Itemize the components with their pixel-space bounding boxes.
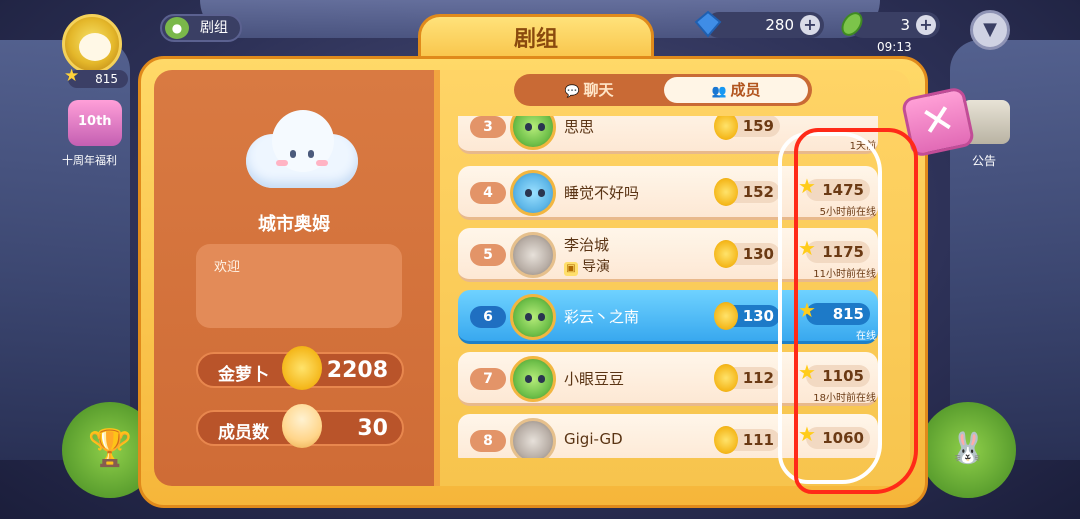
carrot-stat-label: 金萝卜 bbox=[218, 365, 269, 385]
player-level-value: 815 bbox=[95, 72, 118, 86]
cloud-eye-left bbox=[290, 150, 296, 158]
tab-members[interactable]: 👥 成员 bbox=[664, 77, 808, 103]
tab-chat-label: 聊天 bbox=[583, 81, 614, 99]
member-role-label: 导演 bbox=[582, 259, 610, 275]
welcome-text: 欢迎 bbox=[214, 260, 241, 275]
troupe-name: 城市奥姆 bbox=[258, 214, 330, 235]
member-carrots: 152 bbox=[714, 178, 780, 206]
member-carrots: 112 bbox=[714, 364, 780, 392]
tab-chat[interactable]: 💬 聊天 bbox=[518, 77, 660, 103]
member-name: 彩云丶之南 bbox=[564, 308, 640, 326]
member-rank: 4 bbox=[470, 182, 506, 204]
golden-carrot-icon bbox=[714, 116, 738, 140]
member-count-label: 成员数 bbox=[218, 423, 269, 443]
dropdown-menu-button[interactable]: ▼ bbox=[970, 10, 1010, 50]
golden-carrot-icon bbox=[714, 302, 738, 330]
golden-carrot-icon bbox=[714, 364, 738, 392]
welcome-message: 欢迎 bbox=[196, 244, 402, 328]
member-carrots: 130 bbox=[714, 302, 780, 330]
anniversary-gift-label: 十周年福利 bbox=[62, 154, 117, 167]
chat-bubble-icon: 💬 bbox=[564, 84, 580, 98]
troupe-button-label: 剧组 bbox=[200, 20, 228, 36]
member-role: ▣ 导演 bbox=[564, 256, 610, 276]
member-carrots-value: 159 bbox=[742, 117, 774, 135]
member-icon bbox=[282, 404, 322, 448]
carrot-stat: 金萝卜 2208 bbox=[196, 346, 404, 390]
member-name: 李治城 bbox=[564, 236, 610, 254]
member-name: 睡觉不好吗 bbox=[564, 184, 640, 202]
avatar-eyes bbox=[525, 313, 545, 321]
member-rank: 8 bbox=[470, 430, 506, 452]
member-avatar bbox=[510, 232, 556, 278]
leaf-counter: 3 + bbox=[841, 12, 940, 38]
clock: 09:13 bbox=[877, 40, 912, 54]
bunny-button[interactable]: 🐰 bbox=[920, 402, 1016, 498]
add-gems-button[interactable]: + bbox=[800, 15, 820, 35]
troupe-cloud-badge bbox=[246, 104, 358, 190]
member-name: Gigi-GD bbox=[564, 430, 623, 448]
cloud-eye-right bbox=[308, 150, 314, 158]
cloud-blush-left bbox=[276, 160, 288, 166]
member-rank: 3 bbox=[470, 116, 506, 138]
carrot-stat-value: 2208 bbox=[326, 358, 388, 383]
member-carrots: 130 bbox=[714, 240, 780, 268]
avatar-eyes bbox=[525, 375, 545, 383]
golden-carrot-icon bbox=[714, 426, 738, 454]
player-avatar[interactable] bbox=[62, 14, 122, 74]
star-icon: ★ bbox=[64, 66, 80, 86]
member-rank: 6 bbox=[470, 306, 506, 328]
add-leaves-button[interactable]: + bbox=[916, 15, 936, 35]
gem-counter: 280 + bbox=[694, 10, 824, 38]
golden-carrot-icon bbox=[282, 346, 322, 390]
member-carrots: 111 bbox=[714, 426, 780, 454]
golden-carrot-icon bbox=[714, 240, 738, 268]
leaf-value: 3 bbox=[900, 16, 910, 34]
gem-icon bbox=[694, 10, 722, 38]
member-avatar bbox=[510, 170, 556, 216]
member-count-value: 30 bbox=[357, 416, 388, 441]
avatar-eyes bbox=[525, 189, 545, 197]
member-carrots-value: 111 bbox=[742, 431, 774, 449]
member-avatar bbox=[510, 116, 556, 150]
member-rank: 5 bbox=[470, 244, 506, 266]
member-name: 小眼豆豆 bbox=[564, 370, 625, 388]
member-carrots-value: 130 bbox=[742, 245, 774, 263]
anniversary-gift-title: 10th bbox=[78, 114, 112, 129]
member-avatar bbox=[510, 294, 556, 340]
member-rank: 7 bbox=[470, 368, 506, 390]
tab-members-label: 成员 bbox=[730, 81, 761, 99]
troupe-icon: ● bbox=[165, 17, 189, 39]
member-avatar bbox=[510, 418, 556, 458]
player-avatar-face bbox=[79, 33, 111, 61]
cloud-blush-right bbox=[316, 160, 328, 166]
member-avatar bbox=[510, 356, 556, 402]
player-level-badge: ★ 815 bbox=[64, 67, 128, 88]
member-carrots-value: 130 bbox=[742, 307, 774, 325]
member-carrots: 159 bbox=[714, 116, 780, 140]
member-count-stat: 成员数 30 bbox=[196, 404, 404, 448]
member-name: 思思 bbox=[564, 118, 595, 136]
gem-value: 280 bbox=[765, 16, 794, 34]
troupe-button[interactable]: ● 剧组 bbox=[160, 14, 242, 42]
notice-label: 公告 bbox=[972, 154, 997, 168]
golden-carrot-icon bbox=[714, 178, 738, 206]
members-icon: 👥 bbox=[711, 84, 727, 98]
director-badge-icon: ▣ bbox=[564, 262, 578, 276]
leaf-icon bbox=[841, 12, 863, 36]
member-carrots-value: 152 bbox=[742, 183, 774, 201]
avatar-eyes bbox=[525, 123, 545, 131]
annotation-red-outline bbox=[794, 128, 918, 494]
member-carrots-value: 112 bbox=[742, 369, 774, 387]
